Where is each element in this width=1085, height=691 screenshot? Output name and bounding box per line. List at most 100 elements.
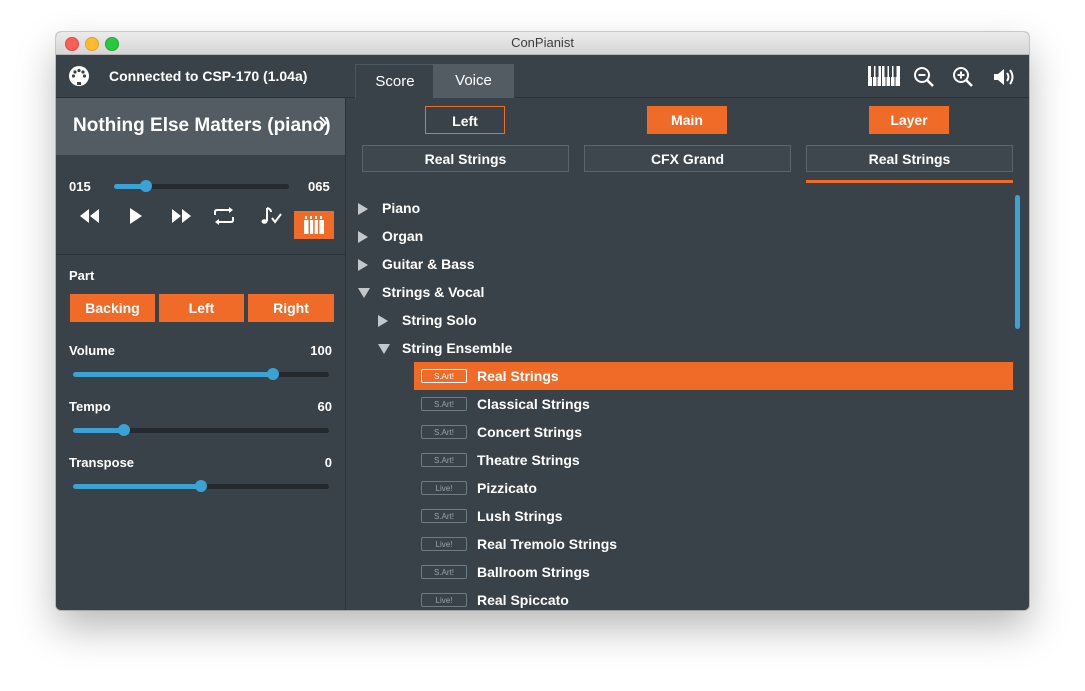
position-end: 065 (308, 179, 330, 194)
tab-voice[interactable]: Voice (433, 64, 514, 98)
voice-item[interactable]: Live! Pizzicato (414, 474, 1013, 502)
position-slider[interactable] (114, 180, 289, 192)
voice-item[interactable]: S.Art! Real Strings (414, 362, 1013, 390)
layer-part-selector[interactable]: Layer (869, 106, 949, 134)
subcategory-string-ensemble[interactable]: String Ensemble (378, 334, 678, 362)
voice-item[interactable]: S.Art! Concert Strings (414, 418, 1013, 446)
volume-fill (73, 372, 273, 377)
part-label: Part (69, 268, 95, 283)
collapse-triangle-icon (378, 344, 390, 354)
category-label: Strings & Vocal (382, 284, 485, 300)
voice-item[interactable]: S.Art! Ballroom Strings (414, 558, 1013, 586)
expand-triangle-icon (378, 315, 388, 327)
voice-name: Real Tremolo Strings (477, 536, 618, 552)
voice-name: Real Strings (477, 368, 559, 384)
live-badge: Live! (421, 593, 467, 607)
sart-badge: S.Art! (421, 425, 467, 439)
left-panel: Nothing Else Matters (piano) 015 065 Par… (56, 98, 346, 610)
window-title: ConPianist (511, 35, 574, 50)
volume-label: Volume (69, 343, 115, 358)
expand-triangle-icon (358, 203, 368, 215)
note-check-icon[interactable] (259, 206, 283, 226)
tempo-slider-knob[interactable] (118, 424, 131, 436)
tempo-fill (73, 428, 125, 433)
voice-name: Classical Strings (477, 396, 590, 412)
top-bar: Connected to CSP-170 (1.04a) Score Voice (56, 55, 1029, 99)
subcategory-string-solo[interactable]: String Solo (378, 306, 678, 334)
voice-item[interactable]: Live! Real Spiccato (414, 586, 1013, 610)
tempo-slider[interactable] (73, 424, 329, 436)
voice-list-scrollbar[interactable] (1015, 195, 1020, 329)
fast-forward-icon[interactable] (169, 208, 193, 224)
active-voice-indicator (806, 180, 1013, 183)
voice-item[interactable]: S.Art! Theatre Strings (414, 446, 1013, 474)
voice-name: Concert Strings (477, 424, 583, 440)
left-part-selector[interactable]: Left (425, 106, 505, 134)
part-right-button[interactable]: Right (248, 294, 334, 322)
sart-badge: S.Art! (421, 509, 467, 523)
chevron-right-icon[interactable] (318, 115, 328, 131)
subcategory-label: String Ensemble (402, 340, 513, 356)
tab-score[interactable]: Score (355, 64, 434, 99)
sart-badge: S.Art! (421, 369, 467, 383)
rewind-icon[interactable] (78, 208, 102, 224)
position-slider-knob[interactable] (139, 180, 152, 192)
volume-icon[interactable] (992, 66, 1016, 88)
song-header[interactable]: Nothing Else Matters (piano) (56, 98, 345, 155)
transpose-slider[interactable] (73, 480, 329, 492)
main-voice-box[interactable]: CFX Grand (584, 145, 791, 172)
live-badge: Live! (421, 537, 467, 551)
minimize-window-button[interactable] (85, 37, 99, 51)
app-window: ConPianist Connected to CSP-170 (1.04a) … (56, 32, 1029, 610)
repeat-icon[interactable] (212, 206, 236, 226)
voice-name: Lush Strings (477, 508, 563, 524)
volume-slider-knob[interactable] (266, 368, 279, 380)
title-bar: ConPianist (56, 32, 1029, 55)
volume-slider[interactable] (73, 368, 329, 380)
part-left-button[interactable]: Left (159, 294, 244, 322)
zoom-in-icon[interactable] (952, 66, 974, 88)
part-backing-button[interactable]: Backing (70, 294, 155, 322)
transpose-value: 0 (324, 455, 332, 470)
voice-item[interactable]: S.Art! Lush Strings (414, 502, 1013, 530)
subcategory-label: String Solo (402, 312, 477, 328)
voice-name: Real Spiccato (477, 592, 569, 608)
piano-keyboard-icon[interactable] (868, 66, 900, 86)
voice-item[interactable]: Live! Real Tremolo Strings (414, 530, 1013, 558)
category-label: Organ (382, 228, 424, 244)
voice-name: Theatre Strings (477, 452, 580, 468)
left-voice-box[interactable]: Real Strings (362, 145, 569, 172)
volume-value: 100 (310, 343, 332, 358)
category-guitar-bass[interactable]: Guitar & Bass (358, 250, 658, 278)
main-part-selector[interactable]: Main (647, 106, 727, 134)
zoom-window-button[interactable] (105, 37, 119, 51)
sart-badge: S.Art! (421, 453, 467, 467)
category-organ[interactable]: Organ (358, 222, 658, 250)
expand-triangle-icon (358, 259, 368, 271)
collapse-triangle-icon (358, 288, 370, 298)
sart-badge: S.Art! (421, 397, 467, 411)
voice-name: Pizzicato (477, 480, 537, 496)
category-label: Piano (382, 200, 421, 216)
transpose-label: Transpose (69, 455, 135, 470)
play-icon[interactable] (128, 208, 144, 224)
guide-lamps-icon (304, 216, 324, 234)
transpose-slider-knob[interactable] (195, 480, 207, 492)
tempo-value: 60 (317, 399, 332, 414)
expand-triangle-icon (358, 231, 368, 243)
connection-status: Connected to CSP-170 (1.04a) (109, 68, 308, 84)
voice-item[interactable]: S.Art! Classical Strings (414, 390, 1013, 418)
sart-badge: S.Art! (421, 565, 467, 579)
divider (56, 254, 345, 255)
category-strings-vocal[interactable]: Strings & Vocal (358, 278, 658, 306)
guide-lamps-button[interactable] (294, 211, 334, 239)
position-start: 015 (69, 179, 91, 194)
layer-voice-box[interactable]: Real Strings (806, 145, 1013, 172)
category-label: Guitar & Bass (382, 256, 475, 272)
zoom-out-icon[interactable] (913, 66, 935, 88)
live-badge: Live! (421, 481, 467, 495)
midi-connector-icon[interactable] (68, 65, 90, 87)
transpose-fill (73, 484, 201, 489)
close-window-button[interactable] (65, 37, 79, 51)
category-piano[interactable]: Piano (358, 194, 658, 222)
